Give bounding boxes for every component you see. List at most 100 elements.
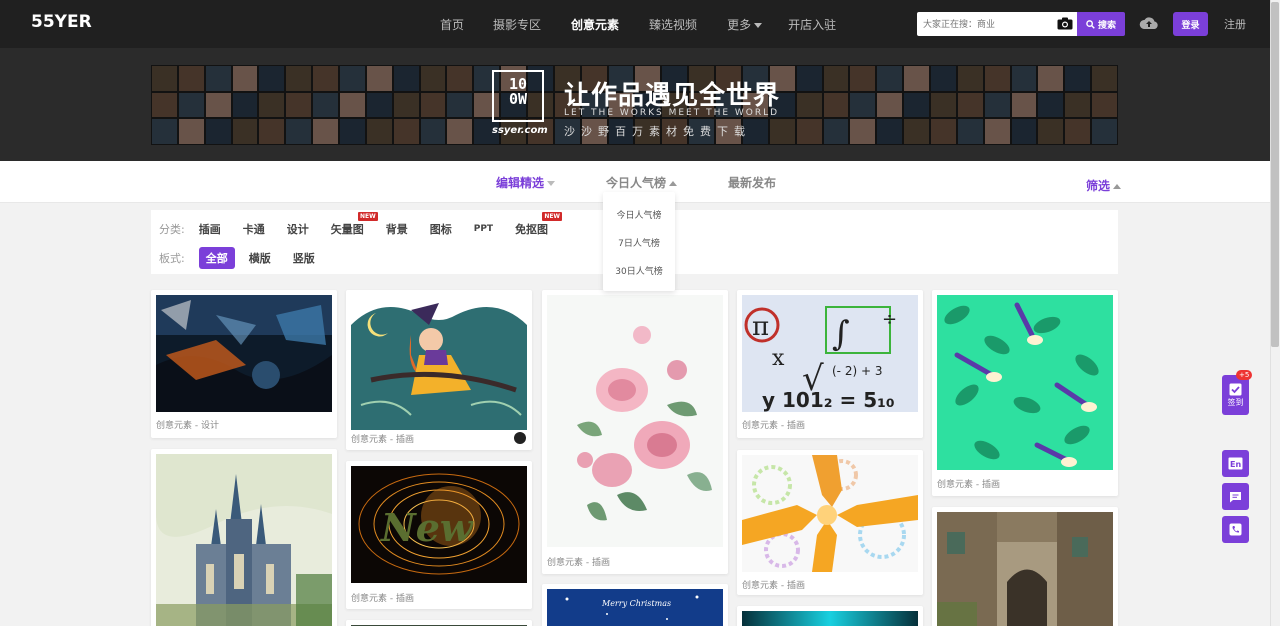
tab-latest[interactable]: 最新发布 [728, 174, 776, 191]
math-formulas-collage: π ∫ x √ (- 2) + 3 y 101₂ = 5₁₀ ÷ [742, 295, 918, 412]
format-all[interactable]: 全部 [198, 247, 235, 269]
chevron-up-icon [1113, 184, 1122, 189]
scrollbar-thumb[interactable] [1271, 2, 1279, 347]
chevron-down-icon [547, 181, 556, 186]
new-text: New [380, 505, 474, 550]
filter-button[interactable]: 筛选 [1086, 177, 1122, 194]
nav-open-shop[interactable]: 开店入驻 [788, 16, 836, 33]
hands-gears-colorful [742, 455, 918, 572]
svg-text:π: π [752, 312, 769, 342]
english-icon: En [1228, 457, 1243, 470]
top-navbar: 55YER 首页 摄影专区 创意元素 臻选视频 更多 开店入驻 搜索 登录 注册 [0, 0, 1270, 48]
category-illustration[interactable]: 插画 [199, 221, 221, 237]
tab-today-popular[interactable]: 今日人气榜 [606, 174, 678, 191]
stone-village-alley [937, 512, 1113, 626]
category-cutout[interactable]: 免抠图 NEW [515, 212, 563, 237]
category-icon[interactable]: 图标 [430, 221, 452, 237]
card-caption: 创意元素 - 设计 [156, 421, 219, 431]
banner[interactable]: 10 0W ssyer.com 让作品遇见全世界 LET THE WORKS ME… [151, 65, 1118, 145]
dropdown-7day[interactable]: 7日人气榜 [603, 236, 675, 249]
category-vector-label: 矢量图 [330, 223, 364, 236]
login-button[interactable]: 登录 [1173, 12, 1208, 36]
svg-text:(- 2) + 3: (- 2) + 3 [832, 364, 882, 378]
category-design[interactable]: 设计 [287, 221, 309, 237]
card-caption: 创意元素 - 插画 [547, 558, 610, 568]
image-card[interactable] [346, 620, 532, 626]
copyright-icon [514, 432, 526, 444]
chat-icon [1230, 491, 1241, 502]
image-card[interactable] [737, 606, 923, 626]
image-card[interactable]: π ∫ x √ (- 2) + 3 y 101₂ = 5₁₀ ÷ 创意元素 - … [737, 290, 923, 438]
contact-button[interactable] [1222, 516, 1249, 543]
image-card[interactable]: New 创意元素 - 插画 [346, 461, 532, 609]
svg-text:∫: ∫ [832, 314, 850, 354]
register-link[interactable]: 注册 [1224, 16, 1246, 32]
checkin-label: 签到 [1227, 397, 1244, 407]
banner-subtitle: LET THE WORKS MEET THE WORLD [564, 108, 780, 118]
category-cutout-label: 免抠图 [515, 223, 549, 236]
image-card[interactable] [932, 507, 1118, 626]
tab-today-popular-label: 今日人气榜 [606, 176, 667, 190]
main-nav: 首页 摄影专区 创意元素 臻选视频 更多 开店入驻 [440, 0, 866, 48]
site-logo[interactable]: 55YER [31, 12, 92, 32]
popular-dropdown: 今日人气榜 7日人气榜 30日人气榜 [603, 192, 675, 291]
search-button[interactable]: 搜索 [1077, 12, 1125, 36]
nav-video[interactable]: 臻选视频 [649, 16, 697, 33]
search-box: 搜索 [917, 12, 1125, 37]
tab-editor-picks[interactable]: 编辑精选 [496, 174, 556, 191]
nav-photography[interactable]: 摄影专区 [493, 16, 541, 33]
chevron-up-icon [669, 181, 678, 186]
card-caption: 创意元素 - 插画 [351, 594, 414, 604]
filter-label: 筛选 [1086, 179, 1111, 193]
dropdown-today[interactable]: 今日人气榜 [603, 208, 675, 221]
search-input[interactable] [917, 13, 1053, 37]
category-vector[interactable]: 矢量图 NEW [330, 212, 378, 237]
image-card[interactable]: 创意元素 - 插画 [737, 450, 923, 595]
phone-icon [1229, 523, 1242, 536]
svg-text:x: x [772, 346, 785, 371]
image-card[interactable]: 创意元素 - 设计 [151, 290, 337, 438]
merry-christmas-blue: Merry Christmas [547, 589, 723, 626]
card-caption: 创意元素 - 插画 [742, 581, 805, 591]
watercolor-roses [547, 295, 723, 547]
card-caption: 创意元素 - 插画 [351, 435, 414, 445]
nav-home[interactable]: 首页 [440, 16, 464, 33]
format-label: 板式: [159, 252, 185, 265]
abstract-dark-painting [156, 295, 332, 412]
search-icon [1086, 19, 1095, 29]
format-landscape[interactable]: 横版 [249, 250, 271, 266]
nav-more[interactable]: 更多 [727, 16, 763, 33]
format-portrait[interactable]: 竖版 [293, 250, 315, 266]
gothic-cathedral-painting [156, 454, 332, 626]
format-row: 板式: 全部 横版 竖版 [159, 247, 337, 269]
image-card[interactable] [151, 449, 337, 626]
tab-editor-picks-label: 编辑精选 [496, 176, 545, 190]
image-card[interactable]: Merry Christmas [542, 584, 728, 626]
image-card[interactable]: 创意元素 - 插画 [346, 290, 532, 450]
checkbox-icon [1229, 383, 1242, 395]
card-caption: 创意元素 - 插画 [742, 421, 805, 431]
green-leaves-pattern [937, 295, 1113, 470]
camera-icon[interactable] [1057, 17, 1073, 30]
banner-site: ssyer.com [492, 125, 548, 136]
category-ppt[interactable]: PPT [474, 224, 493, 234]
category-cartoon[interactable]: 卡通 [243, 221, 265, 237]
cloud-upload-icon[interactable] [1139, 14, 1159, 32]
message-button[interactable] [1222, 483, 1249, 510]
image-card[interactable]: 创意元素 - 插画 [932, 290, 1118, 496]
search-input-wrap [917, 12, 1077, 37]
dropdown-30day[interactable]: 30日人气榜 [603, 264, 675, 277]
svg-text:÷: ÷ [882, 309, 897, 330]
banner-logo-icon: 10 0W [492, 70, 544, 122]
image-card[interactable]: 创意元素 - 插画 [542, 290, 728, 574]
points-badge: +5 [1236, 370, 1253, 380]
card-caption: 创意元素 - 插画 [937, 480, 1000, 490]
banner-tagline: 沙沙野百万素材免费下载 [564, 125, 751, 138]
witch-on-broom-illustration [351, 295, 527, 430]
new-text-swirl: New [351, 466, 527, 583]
nav-creative-elements[interactable]: 创意元素 [571, 16, 619, 33]
category-background[interactable]: 背景 [386, 221, 408, 237]
checkin-button[interactable]: 签到 [1222, 375, 1249, 415]
category-row: 分类: 插画 卡通 设计 矢量图 NEW 背景 图标 PPT 免抠图 NEW [159, 212, 570, 237]
language-button[interactable]: En [1222, 450, 1249, 477]
